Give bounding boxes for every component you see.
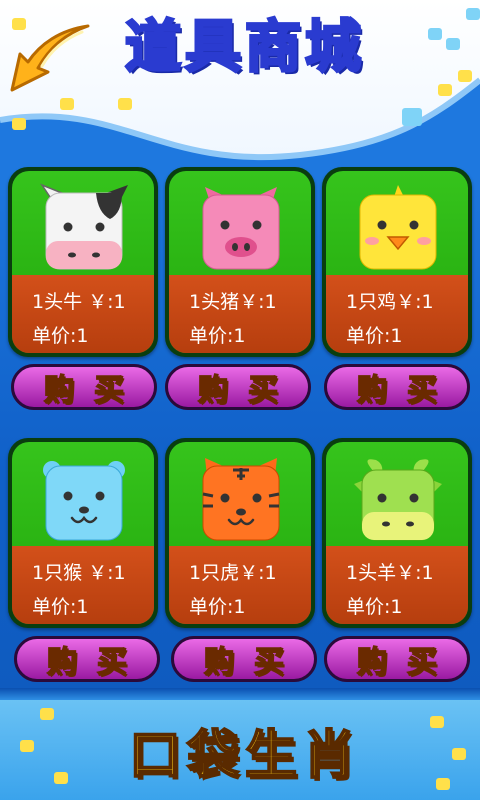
buy-button-label: 购买: [203, 644, 304, 681]
monkey-icon: [43, 461, 125, 541]
buy-button-chick[interactable]: 购买: [324, 364, 470, 410]
item-name: 1头猪￥:1: [189, 291, 277, 313]
goat-icon: [354, 459, 442, 541]
decor-cube: [12, 118, 26, 130]
item-name: 1只鸡￥:1: [346, 291, 434, 313]
decor-cube: [428, 28, 442, 40]
item-card-chick: 1只鸡￥:1 单价:1: [322, 167, 472, 357]
item-price: 单价:1: [189, 596, 246, 618]
decor-cube: [452, 748, 466, 760]
page-title: 道具商城: [124, 13, 365, 81]
buy-button-cow[interactable]: 购买: [11, 364, 157, 410]
game-logo: 口袋生肖: [95, 705, 395, 795]
buy-button-pig[interactable]: 购买: [165, 364, 311, 410]
decor-cube: [458, 70, 472, 82]
tiger-icon: [202, 458, 280, 541]
buy-button-label: 购买: [43, 372, 144, 409]
chick-icon: [359, 185, 437, 270]
item-price: 单价:1: [346, 325, 403, 347]
decor-cube: [40, 708, 54, 720]
footer-divider: [0, 688, 480, 700]
back-button[interactable]: [4, 20, 94, 100]
buy-button-label: 购买: [46, 644, 147, 681]
item-card-tiger: 1只虎￥:1 单价:1: [165, 438, 315, 628]
decor-cube: [436, 778, 450, 790]
item-name: 1只猴 ￥:1: [32, 562, 126, 584]
buy-button-tiger[interactable]: 购买: [171, 636, 317, 682]
item-price: 单价:1: [32, 325, 89, 347]
arrow-left-icon: [10, 24, 90, 92]
cow-icon: [40, 183, 128, 270]
logo-text: 口袋生肖: [128, 725, 361, 787]
pig-icon: [202, 187, 280, 270]
game-logo-text: 口袋生肖: [95, 705, 395, 795]
item-card-monkey: 1只猴 ￥:1 单价:1: [8, 438, 158, 628]
decor-cube: [20, 740, 34, 752]
item-card-pig: 1头猪￥:1 单价:1: [165, 167, 315, 357]
decor-cube: [118, 98, 132, 110]
decor-cube: [446, 38, 460, 50]
item-name: 1头羊￥:1: [346, 562, 434, 584]
item-name: 1只虎￥:1: [189, 562, 277, 584]
buy-button-monkey[interactable]: 购买: [14, 636, 160, 682]
decor-cube: [402, 108, 422, 126]
item-price: 单价:1: [189, 325, 246, 347]
buy-button-goat[interactable]: 购买: [324, 636, 470, 682]
item-card-goat: 1头羊￥:1 单价:1: [322, 438, 472, 628]
buy-button-label: 购买: [197, 372, 298, 409]
item-name: 1头牛 ￥:1: [32, 291, 126, 313]
decor-cube: [466, 8, 480, 20]
item-price: 单价:1: [32, 596, 89, 618]
decor-cube: [54, 772, 68, 784]
item-price: 单价:1: [346, 596, 403, 618]
decor-cube: [430, 716, 444, 728]
item-card-cow: 1头牛 ￥:1 单价:1: [8, 167, 158, 357]
buy-button-label: 购买: [356, 644, 457, 681]
decor-cube: [438, 84, 452, 96]
buy-button-label: 购买: [356, 372, 457, 409]
